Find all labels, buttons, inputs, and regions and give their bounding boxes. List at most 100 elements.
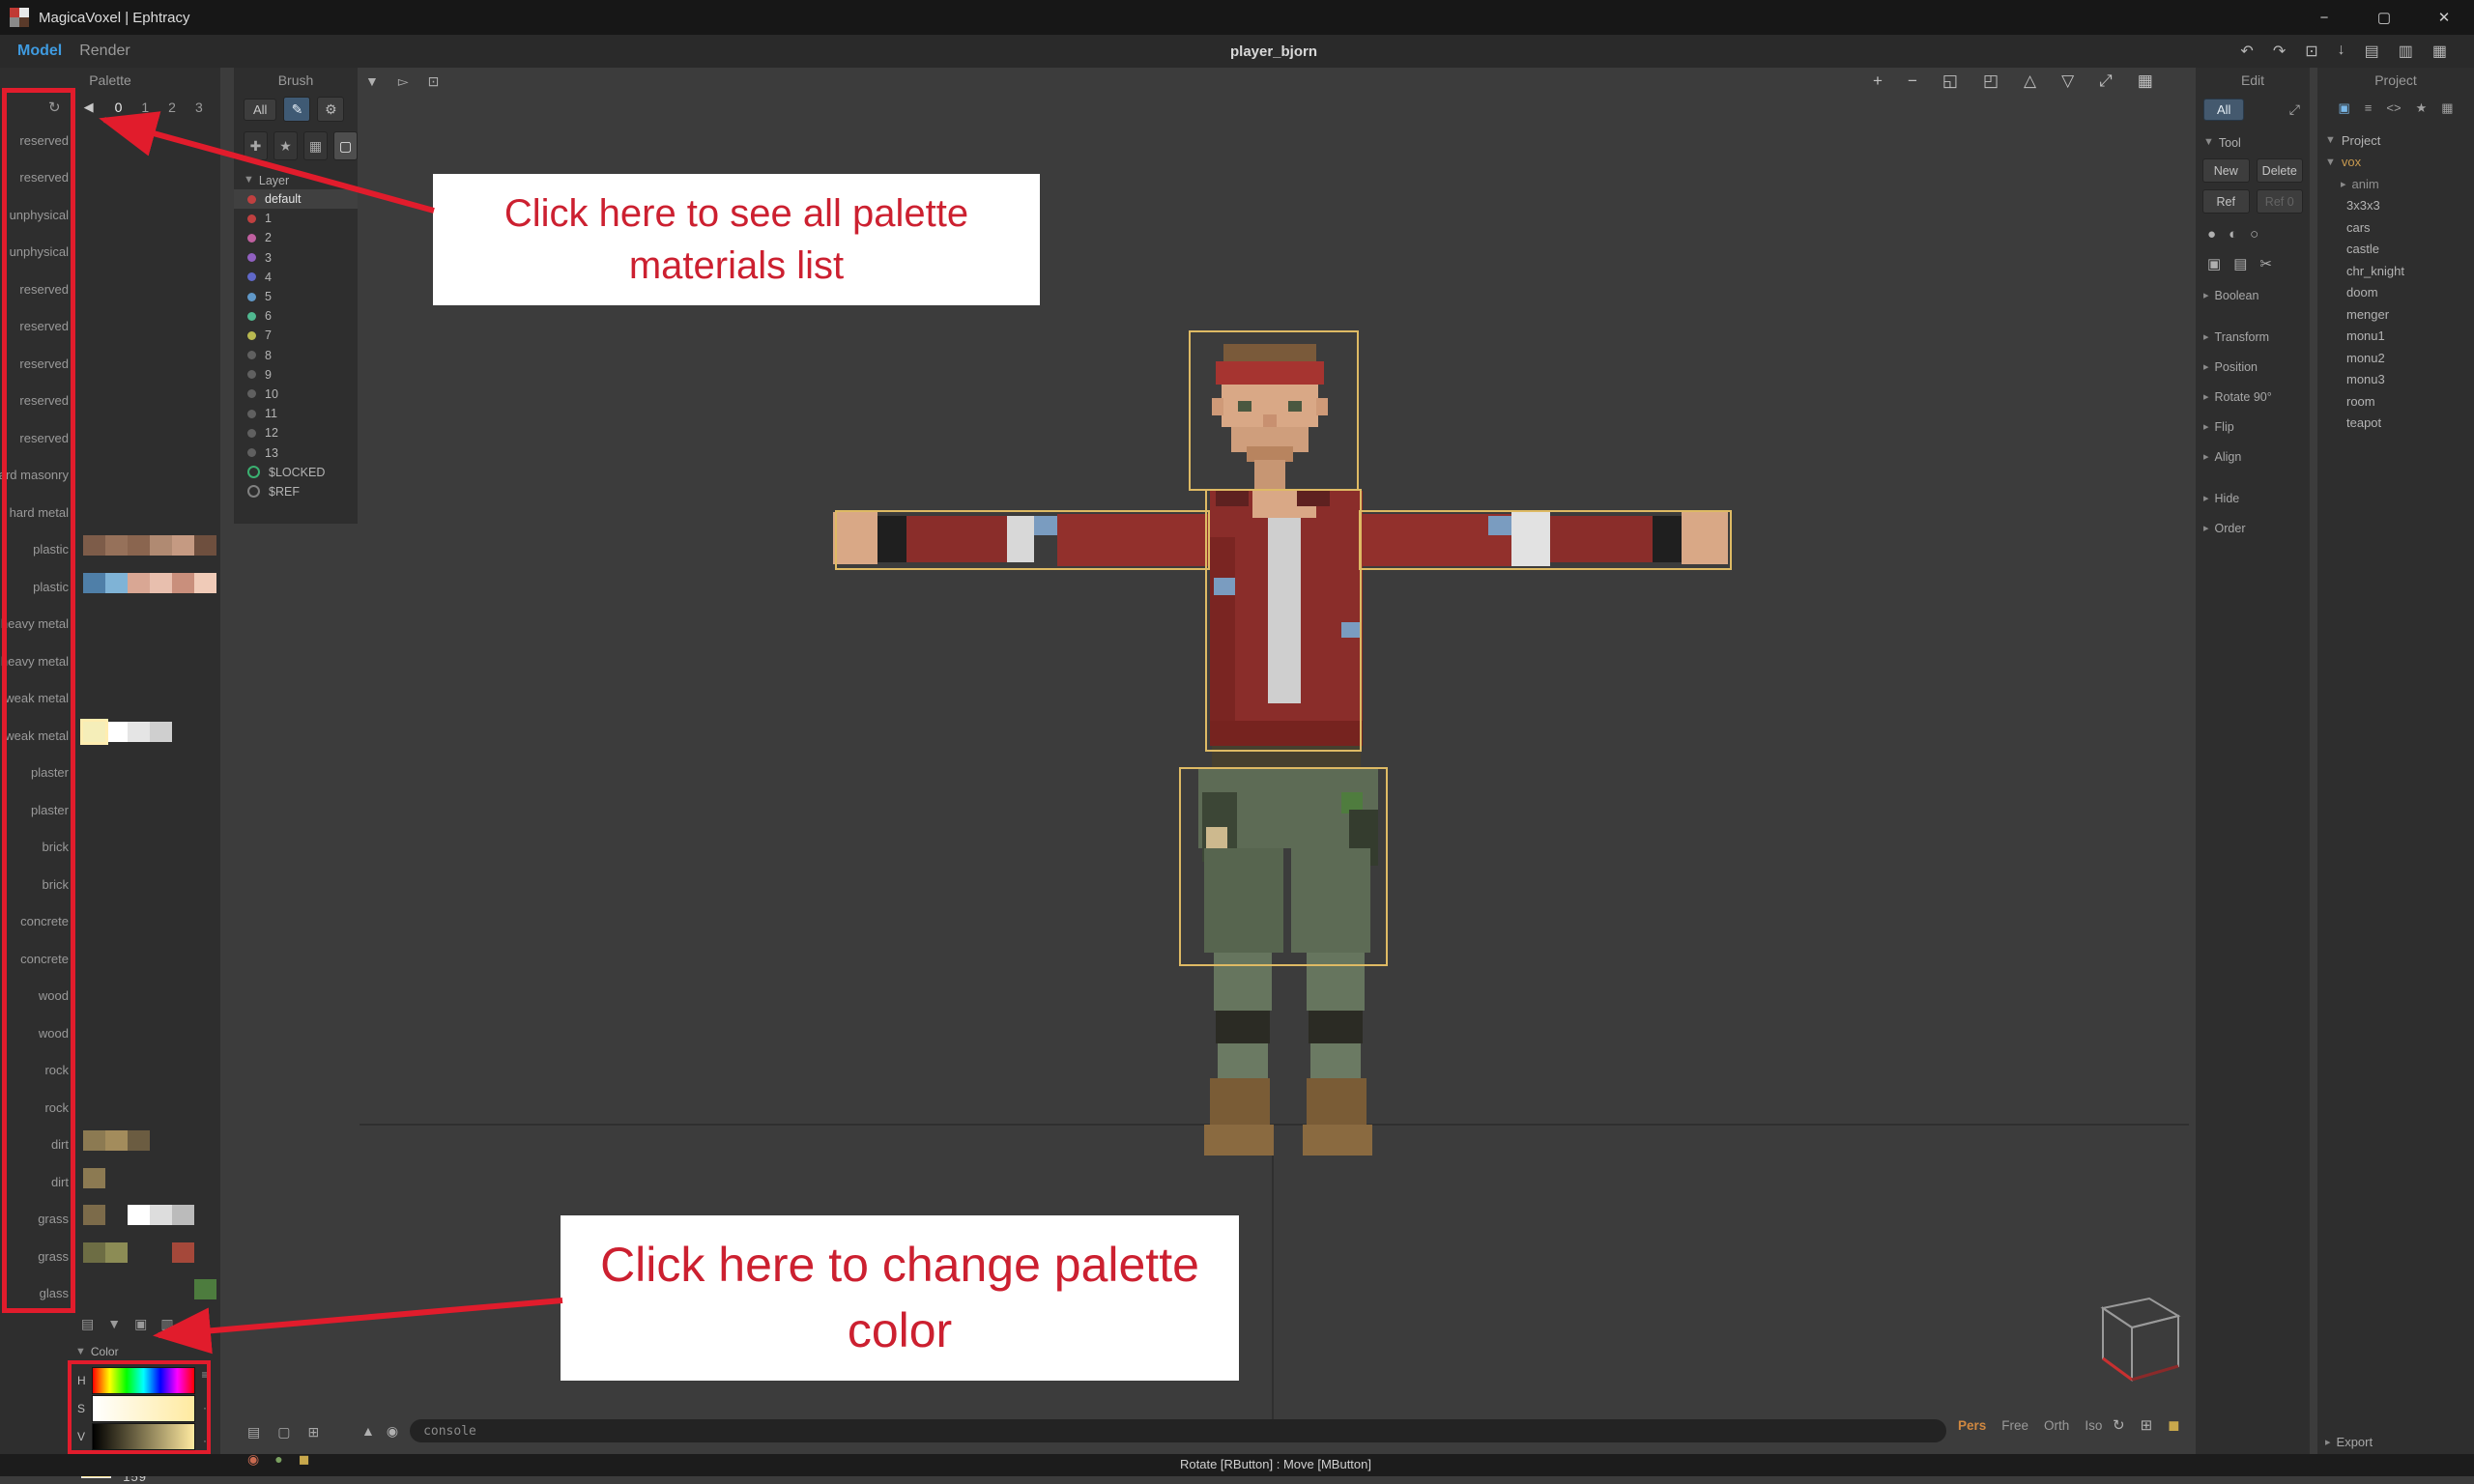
material-label-concrete[interactable]: concrete bbox=[0, 940, 75, 978]
palette-tab-3[interactable]: 3 bbox=[195, 100, 203, 115]
orientation-cube[interactable] bbox=[2074, 1291, 2190, 1402]
palette-display-icon[interactable]: ◉ bbox=[247, 1451, 259, 1468]
layer-item-4[interactable]: 4 bbox=[234, 268, 358, 287]
material-label-plastic[interactable]: plastic bbox=[0, 531, 75, 569]
matcap-display-icon[interactable]: ● bbox=[274, 1451, 282, 1468]
project-files-icon[interactable]: ▣ bbox=[2338, 100, 2349, 116]
solid-mode-icon[interactable]: ● bbox=[2207, 226, 2216, 243]
expand-icon[interactable]: ⤢ bbox=[2289, 101, 2300, 118]
material-label-unphysical[interactable]: unphysical bbox=[0, 196, 75, 234]
copy-palette-icon[interactable]: ▣ bbox=[134, 1316, 147, 1332]
palette-swatch[interactable] bbox=[105, 722, 128, 742]
project-file-3x3x3[interactable]: 3x3x3 bbox=[2317, 195, 2474, 217]
project-file-monu2[interactable]: monu2 bbox=[2317, 347, 2474, 369]
hsv-slider-s[interactable] bbox=[92, 1395, 195, 1422]
material-label-reserved[interactable]: reserved bbox=[0, 308, 75, 346]
project-folder-vox[interactable]: ▼ vox bbox=[2317, 152, 2474, 174]
camera-icon[interactable]: ◉ bbox=[387, 1423, 398, 1440]
project-file-doom[interactable]: doom bbox=[2317, 282, 2474, 304]
new-file-icon[interactable]: ▥ bbox=[2399, 42, 2413, 61]
project-folder-anim[interactable]: ▸ anim bbox=[2317, 173, 2474, 195]
palette-swatch[interactable] bbox=[172, 1242, 194, 1263]
palette-tab-1[interactable]: 1 bbox=[141, 100, 149, 115]
layer-item-5[interactable]: 5 bbox=[234, 287, 358, 306]
download-icon[interactable]: ↓ bbox=[2338, 42, 2345, 61]
hsv-slider-h[interactable] bbox=[92, 1367, 195, 1394]
palette-list-icon[interactable]: ▥ bbox=[160, 1316, 173, 1332]
palette-image-icon[interactable]: ▦ bbox=[187, 1316, 200, 1332]
material-label-grass[interactable]: grass bbox=[0, 1201, 75, 1239]
brush-all-button[interactable]: All bbox=[244, 99, 276, 121]
material-label-plaster[interactable]: plaster bbox=[0, 755, 75, 792]
project-star-icon[interactable]: ★ bbox=[2416, 100, 2428, 116]
palette-swatch[interactable] bbox=[150, 722, 172, 742]
maximize-button[interactable]: ▢ bbox=[2354, 0, 2414, 35]
zoom-out-icon[interactable]: − bbox=[1908, 71, 1917, 91]
palette-swatch[interactable] bbox=[172, 573, 194, 593]
section-position[interactable]: ▸Position bbox=[2196, 352, 2310, 382]
material-label-heavy-metal[interactable]: heavy metal bbox=[0, 642, 75, 680]
open-palette-icon[interactable]: ▤ bbox=[81, 1316, 94, 1332]
palette-swatch[interactable] bbox=[172, 1205, 194, 1225]
new-button[interactable]: New bbox=[2202, 158, 2250, 183]
copy-icon[interactable]: ▣ bbox=[2207, 255, 2221, 272]
material-label-grass[interactable]: grass bbox=[0, 1238, 75, 1275]
screenshot-icon[interactable]: ▦ bbox=[2432, 42, 2447, 61]
palette-swatch[interactable] bbox=[194, 573, 216, 593]
material-label-glass[interactable]: glass bbox=[0, 1275, 75, 1313]
view-single-icon[interactable]: ◰ bbox=[1983, 71, 1999, 91]
layer-item-9[interactable]: 9 bbox=[234, 365, 358, 385]
layer-item-12[interactable]: 12 bbox=[234, 423, 358, 442]
project-file-monu3[interactable]: monu3 bbox=[2317, 369, 2474, 391]
cut-icon[interactable]: ✂ bbox=[2259, 255, 2272, 272]
view-mode-free[interactable]: Free bbox=[2001, 1418, 2028, 1433]
view-mode-orth[interactable]: Orth bbox=[2044, 1418, 2069, 1433]
gear-icon[interactable]: ⚙ bbox=[317, 97, 344, 122]
brush-select-icon[interactable]: ▢ bbox=[333, 131, 358, 160]
triangle-down-icon[interactable]: ▽ bbox=[2061, 71, 2074, 91]
palette-swatch[interactable] bbox=[128, 1205, 150, 1225]
material-label-wood[interactable]: wood bbox=[0, 978, 75, 1015]
project-file-cars[interactable]: cars bbox=[2317, 216, 2474, 239]
edge-display-icon[interactable]: ▤ bbox=[247, 1424, 260, 1441]
material-label-concrete[interactable]: concrete bbox=[0, 903, 75, 941]
material-label-wood[interactable]: wood bbox=[0, 1014, 75, 1052]
layer-item-13[interactable]: 13 bbox=[234, 442, 358, 462]
material-label-rock[interactable]: rock bbox=[0, 1089, 75, 1127]
redo-icon[interactable]: ↷ bbox=[2273, 42, 2286, 61]
fit-view-icon[interactable]: ⤢ bbox=[2099, 71, 2113, 91]
layer-item-11[interactable]: 11 bbox=[234, 404, 358, 423]
delete-button[interactable]: Delete bbox=[2257, 158, 2304, 183]
material-label-reserved[interactable]: reserved bbox=[0, 271, 75, 308]
palette-swatch[interactable] bbox=[83, 573, 105, 593]
pen-icon[interactable]: ✎ bbox=[283, 97, 310, 122]
brush-mirror-icon[interactable]: ★ bbox=[273, 131, 298, 160]
layer-item--ref[interactable]: $REF bbox=[234, 482, 358, 501]
view-quad-icon[interactable]: ◱ bbox=[1942, 71, 1958, 91]
tab-model[interactable]: Model bbox=[17, 43, 62, 60]
layer-item-10[interactable]: 10 bbox=[234, 385, 358, 404]
project-pattern-icon[interactable]: ▦ bbox=[2441, 100, 2453, 116]
layer-item-7[interactable]: 7 bbox=[234, 326, 358, 345]
project-file-menger[interactable]: menger bbox=[2317, 303, 2474, 326]
material-label-dirt[interactable]: dirt bbox=[0, 1127, 75, 1164]
save-palette-icon[interactable]: ▼ bbox=[107, 1316, 121, 1332]
project-file-teapot[interactable]: teapot bbox=[2317, 413, 2474, 435]
section-boolean[interactable]: ▸Boolean bbox=[2196, 280, 2310, 310]
material-label-heavy-metal[interactable]: heavy metal bbox=[0, 606, 75, 643]
cube-display-icon[interactable]: ◼ bbox=[299, 1451, 310, 1468]
palette-swatch[interactable] bbox=[105, 535, 128, 556]
palette-swatch[interactable] bbox=[128, 722, 150, 742]
half-mode-icon[interactable]: ◐ bbox=[2229, 226, 2237, 243]
palette-swatch[interactable] bbox=[83, 535, 105, 556]
section-flip[interactable]: ▸Flip bbox=[2196, 412, 2310, 442]
material-label-reserved[interactable]: reserved bbox=[0, 122, 75, 159]
frame-display-icon[interactable]: ▢ bbox=[277, 1424, 290, 1441]
palette-swatch[interactable] bbox=[194, 1279, 216, 1299]
project-outline-icon[interactable]: ≡ bbox=[2365, 100, 2373, 116]
palette-swatch[interactable] bbox=[105, 1130, 128, 1151]
material-label-plaster[interactable]: plaster bbox=[0, 791, 75, 829]
palette-swatch[interactable] bbox=[105, 573, 128, 593]
palette-materials-arrow-button[interactable]: ◀ bbox=[84, 100, 94, 115]
material-label-brick[interactable]: brick bbox=[0, 866, 75, 903]
